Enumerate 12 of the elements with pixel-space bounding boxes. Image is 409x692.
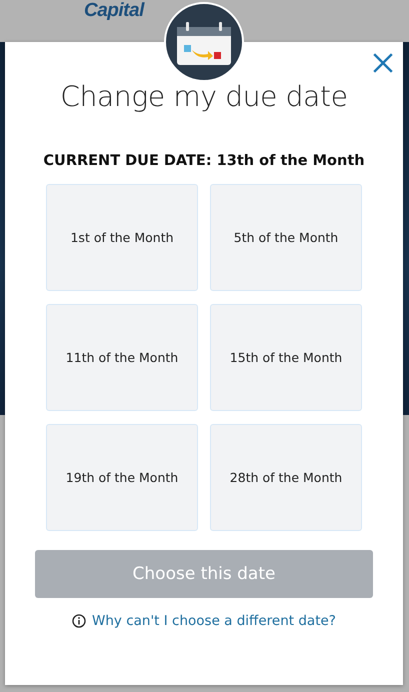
date-option[interactable]: 28th of the Month bbox=[210, 424, 362, 531]
info-icon bbox=[72, 614, 86, 628]
date-option[interactable]: 15th of the Month bbox=[210, 304, 362, 411]
date-option[interactable]: 11th of the Month bbox=[46, 304, 198, 411]
close-icon[interactable] bbox=[371, 51, 395, 75]
date-option[interactable]: 5th of the Month bbox=[210, 184, 362, 291]
logo: Capital bbox=[84, 0, 144, 23]
help-link[interactable]: Why can't I choose a different date? bbox=[92, 613, 336, 629]
date-option[interactable]: 19th of the Month bbox=[46, 424, 198, 531]
current-due-date: CURRENT DUE DATE: 13th of the Month bbox=[43, 153, 365, 169]
date-option[interactable]: 1st of the Month bbox=[46, 184, 198, 291]
dialog-title: Change my due date bbox=[60, 80, 348, 113]
